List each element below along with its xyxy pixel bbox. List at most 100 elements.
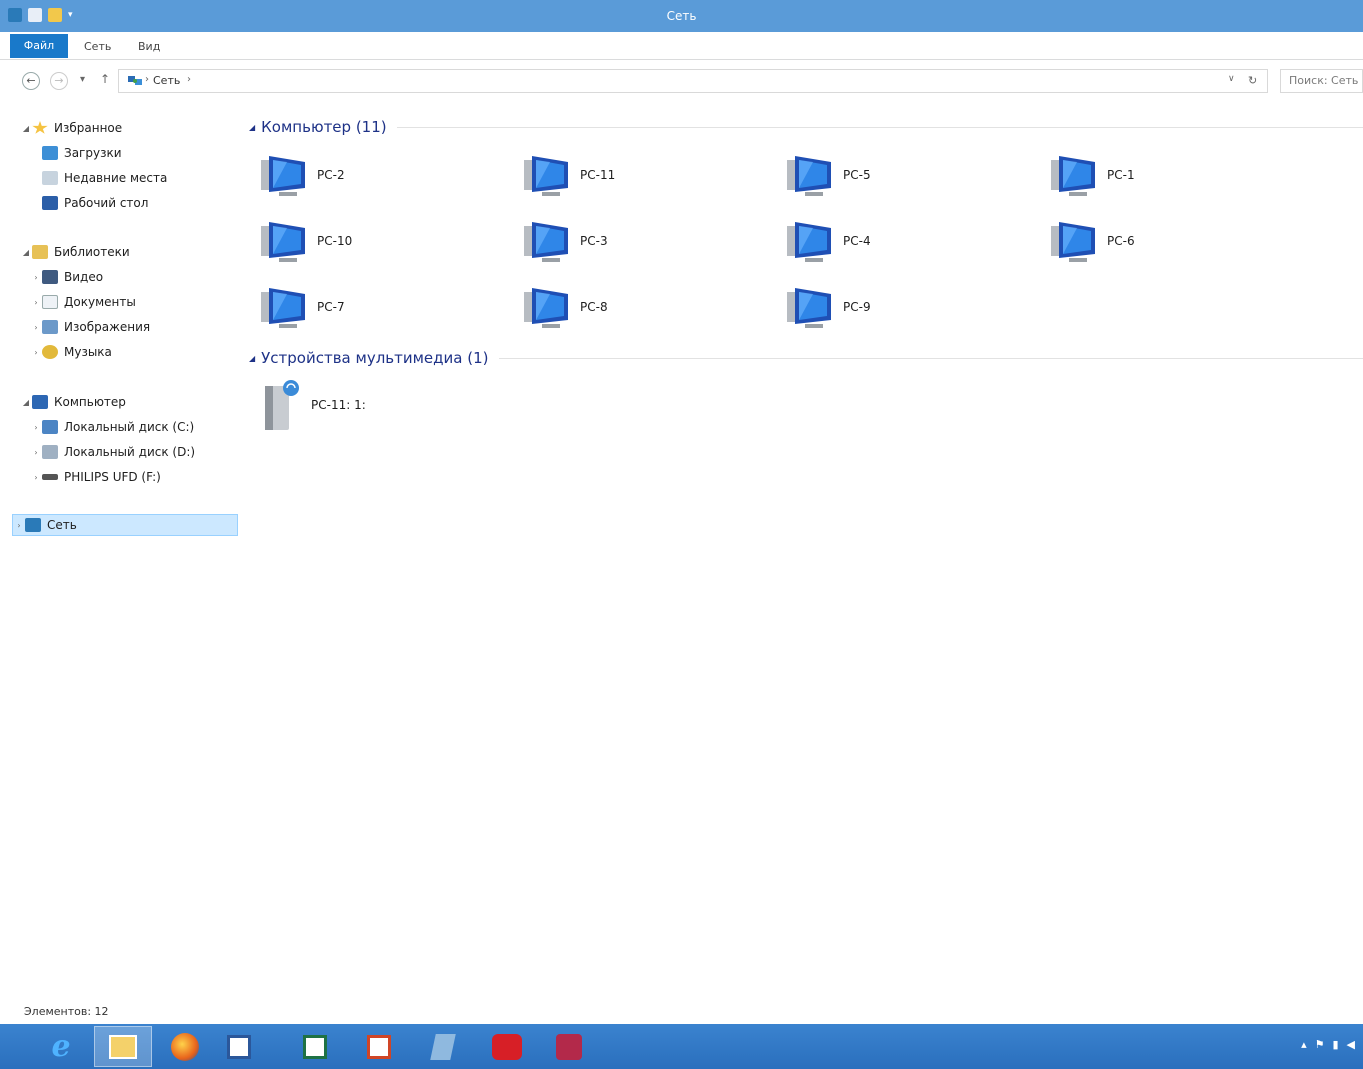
nav-item-drive-d[interactable]: › Локальный диск (D:) <box>30 441 195 463</box>
nav-network[interactable]: › Сеть <box>12 514 238 536</box>
computer-item[interactable]: PC-8 <box>524 282 764 332</box>
recent-chevron-icon[interactable]: ▾ <box>80 74 85 85</box>
collapsed-arrow-icon[interactable]: › <box>30 298 42 307</box>
network-icon <box>128 76 142 85</box>
network-icon <box>25 518 41 532</box>
excel-icon[interactable] <box>286 1026 344 1067</box>
computer-icon <box>1051 156 1095 196</box>
collapse-arrow-icon[interactable]: ◢ <box>249 354 255 363</box>
collapsed-arrow-icon[interactable]: › <box>30 448 42 457</box>
collapsed-arrow-icon[interactable]: › <box>30 273 42 282</box>
nav-computer[interactable]: ◢ Компьютер <box>20 391 126 413</box>
recent-places-icon <box>42 171 58 185</box>
show-hidden-icons-icon[interactable]: ▴ <box>1301 1038 1307 1051</box>
nav-item-drive-c[interactable]: › Локальный диск (C:) <box>30 416 194 438</box>
file-explorer-icon[interactable] <box>94 1026 152 1067</box>
expanded-arrow-icon[interactable]: ◢ <box>20 398 32 407</box>
group-title: Компьютер (11) <box>261 118 387 136</box>
title-bar: ▾ Сеть <box>0 0 1363 32</box>
up-arrow-icon[interactable]: ↑ <box>100 72 110 86</box>
computer-item[interactable]: PC-5 <box>787 150 1027 200</box>
nav-label: Локальный диск (D:) <box>64 445 196 459</box>
libraries-icon <box>32 245 48 259</box>
word-icon[interactable] <box>210 1026 268 1067</box>
item-label: PC-1 <box>1107 168 1135 182</box>
search-input[interactable]: Поиск: Сеть <box>1280 69 1363 93</box>
group-header-computers[interactable]: ◢ Компьютер (11) <box>249 117 1363 137</box>
collapsed-arrow-icon[interactable]: › <box>30 473 42 482</box>
breadcrumb-network[interactable]: Сеть <box>153 74 180 87</box>
computer-icon <box>261 156 305 196</box>
nav-item-pictures[interactable]: › Изображения <box>30 316 150 338</box>
back-button[interactable]: ← <box>22 72 40 90</box>
nav-label: Документы <box>64 295 136 309</box>
nav-item-downloads[interactable]: Загрузки <box>42 142 122 164</box>
window-title: Сеть <box>666 9 697 23</box>
pen-app-icon[interactable] <box>540 1026 598 1067</box>
computer-item[interactable]: PC-10 <box>261 216 501 266</box>
documents-icon <box>42 295 58 309</box>
computer-item[interactable]: PC-7 <box>261 282 501 332</box>
status-bar: Элементов: 12 <box>24 1005 109 1018</box>
collapsed-arrow-icon[interactable]: › <box>30 423 42 432</box>
flag-icon[interactable]: ⚑ <box>1315 1038 1325 1051</box>
nav-label: Рабочий стол <box>64 196 149 210</box>
nav-item-recent[interactable]: Недавние места <box>42 167 167 189</box>
collapse-arrow-icon[interactable]: ◢ <box>249 123 255 132</box>
computer-item[interactable]: PC-9 <box>787 282 1027 332</box>
expanded-arrow-icon[interactable]: ◢ <box>20 124 32 133</box>
item-label: PC-4 <box>843 234 871 248</box>
nav-item-music[interactable]: › Музыка <box>30 341 112 363</box>
nav-item-documents[interactable]: › Документы <box>30 291 136 313</box>
star-icon <box>32 121 48 134</box>
address-bar[interactable]: › Сеть › <box>118 69 1268 93</box>
computer-item[interactable]: PC-11 <box>524 150 764 200</box>
system-tray: ▴ ⚑ ▮ ◀ <box>1301 1038 1355 1051</box>
computer-item[interactable]: PC-1 <box>1051 150 1291 200</box>
usb-drive-icon <box>42 474 58 480</box>
divider <box>498 357 1363 359</box>
nav-item-desktop[interactable]: Рабочий стол <box>42 192 148 214</box>
item-label: PC-7 <box>317 300 345 314</box>
firefox-icon[interactable] <box>156 1026 214 1067</box>
nav-item-video[interactable]: › Видео <box>30 266 103 288</box>
app-icon[interactable] <box>414 1026 472 1067</box>
computer-icon <box>787 156 831 196</box>
collapsed-arrow-icon[interactable]: › <box>13 521 25 530</box>
nav-label: Избранное <box>54 121 123 135</box>
group-header-media[interactable]: ◢ Устройства мультимедиа (1) <box>249 348 1363 368</box>
nav-label: Изображения <box>64 320 151 334</box>
red-app-icon[interactable] <box>478 1026 536 1067</box>
tab-file[interactable]: Файл <box>10 34 68 58</box>
nav-favorites[interactable]: ◢ Избранное <box>20 117 122 139</box>
expanded-arrow-icon[interactable]: ◢ <box>20 248 32 257</box>
taskbar: e ▴ ⚑ ▮ ◀ <box>0 1024 1363 1069</box>
breadcrumb-chevron-icon[interactable]: › <box>145 74 149 85</box>
computer-icon <box>1051 222 1095 262</box>
item-label: PC-11: 1: <box>311 398 366 412</box>
nav-item-drive-f[interactable]: › PHILIPS UFD (F:) <box>30 466 160 488</box>
navigation-pane: ◢ Избранное Загрузки Недавние места Рабо… <box>0 108 240 998</box>
nav-label: Музыка <box>64 345 112 359</box>
refresh-icon[interactable]: ↻ <box>1248 74 1257 87</box>
computer-item[interactable]: PC-4 <box>787 216 1027 266</box>
nav-label: Библиотеки <box>54 245 130 259</box>
volume-icon[interactable]: ◀ <box>1347 1038 1355 1051</box>
internet-explorer-icon[interactable]: e <box>32 1026 90 1067</box>
address-dropdown-icon[interactable]: ∨ <box>1228 74 1235 84</box>
collapsed-arrow-icon[interactable]: › <box>30 348 42 357</box>
breadcrumb-chevron-icon[interactable]: › <box>187 74 191 85</box>
powerpoint-icon[interactable] <box>350 1026 408 1067</box>
computer-icon <box>787 288 831 328</box>
collapsed-arrow-icon[interactable]: › <box>30 323 42 332</box>
tab-network[interactable]: Сеть <box>84 40 111 53</box>
forward-button[interactable]: → <box>50 72 68 90</box>
nav-libraries[interactable]: ◢ Библиотеки <box>20 241 130 263</box>
network-signal-icon[interactable]: ▮ <box>1332 1038 1338 1051</box>
computer-item[interactable]: PC-6 <box>1051 216 1291 266</box>
tab-view[interactable]: Вид <box>138 40 160 53</box>
computer-item[interactable]: PC-3 <box>524 216 764 266</box>
media-device-item[interactable]: PC-11: 1: <box>261 380 501 430</box>
item-label: PC-8 <box>580 300 608 314</box>
computer-item[interactable]: PC-2 <box>261 150 501 200</box>
